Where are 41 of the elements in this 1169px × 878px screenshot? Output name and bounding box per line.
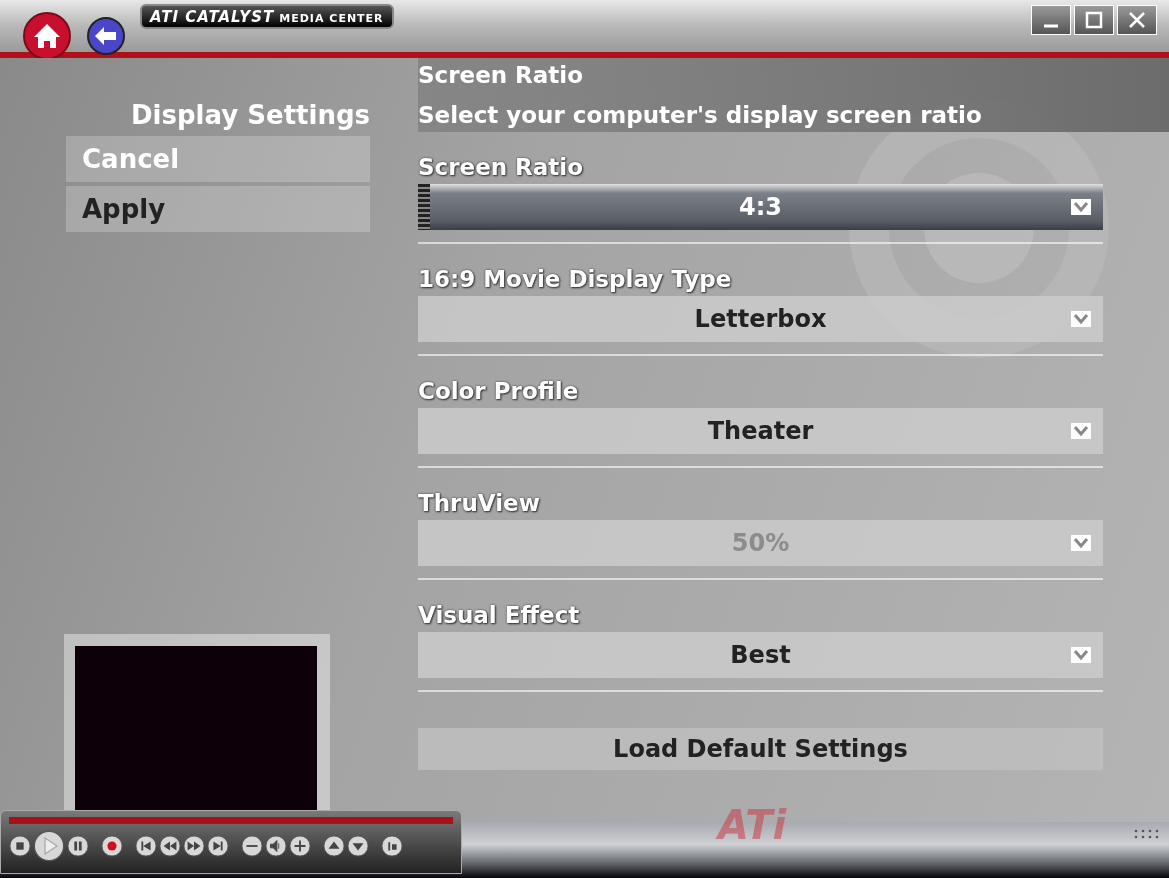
forward-button-icon[interactable] bbox=[183, 835, 205, 857]
rewind-button-icon[interactable] bbox=[159, 835, 181, 857]
sidebar-button[interactable]: Apply bbox=[66, 186, 370, 232]
setting-label: Color Profile bbox=[418, 378, 580, 404]
chevron-down-icon bbox=[1071, 535, 1091, 551]
dropdown[interactable]: 4:3 bbox=[418, 184, 1103, 230]
chevron-down-icon bbox=[1071, 311, 1091, 327]
maximize-button[interactable] bbox=[1074, 5, 1114, 35]
maximize-icon bbox=[1084, 10, 1104, 30]
stop-button-icon[interactable] bbox=[9, 835, 31, 857]
chevron-down-icon bbox=[1071, 423, 1091, 439]
vol-down-button-icon[interactable] bbox=[241, 835, 263, 857]
sidebar-title: Display Settings bbox=[130, 100, 370, 130]
mute-button-icon[interactable] bbox=[265, 835, 287, 857]
down-button-icon[interactable] bbox=[347, 835, 369, 857]
record-button-icon[interactable] bbox=[101, 835, 123, 857]
chevron-down-icon bbox=[1071, 199, 1091, 215]
info-button-icon[interactable] bbox=[381, 835, 403, 857]
header-title: Screen Ratio bbox=[418, 62, 585, 88]
header-description: Select your computer's display screen ratio bbox=[418, 102, 983, 128]
pause-button-icon[interactable] bbox=[67, 835, 89, 857]
app-logo: ATI CATALYST MEDIA CENTER bbox=[140, 3, 394, 29]
minimize-icon bbox=[1043, 24, 1059, 28]
dropdown[interactable]: Letterbox bbox=[418, 296, 1103, 342]
next-button-icon[interactable] bbox=[207, 835, 229, 857]
minimize-button[interactable] bbox=[1031, 5, 1071, 35]
dropdown[interactable]: Theater bbox=[418, 408, 1103, 454]
dropdown[interactable]: Best bbox=[418, 632, 1103, 678]
load-defaults-button[interactable]: Load Default Settings bbox=[418, 728, 1103, 770]
setting-label: ThruView bbox=[418, 490, 541, 516]
close-icon bbox=[1127, 10, 1147, 30]
prev-button-icon[interactable] bbox=[135, 835, 157, 857]
setting-label: Screen Ratio bbox=[418, 154, 585, 180]
play-button-icon[interactable] bbox=[33, 830, 65, 862]
setting-label: 16:9 Movie Display Type bbox=[418, 266, 733, 292]
resize-grip-icon[interactable] bbox=[1133, 828, 1161, 840]
setting-label: Visual Effect bbox=[418, 602, 581, 628]
chevron-down-icon bbox=[1071, 647, 1091, 663]
up-button-icon[interactable] bbox=[323, 835, 345, 857]
close-button[interactable] bbox=[1117, 5, 1157, 35]
vol-up-button-icon[interactable] bbox=[289, 835, 311, 857]
